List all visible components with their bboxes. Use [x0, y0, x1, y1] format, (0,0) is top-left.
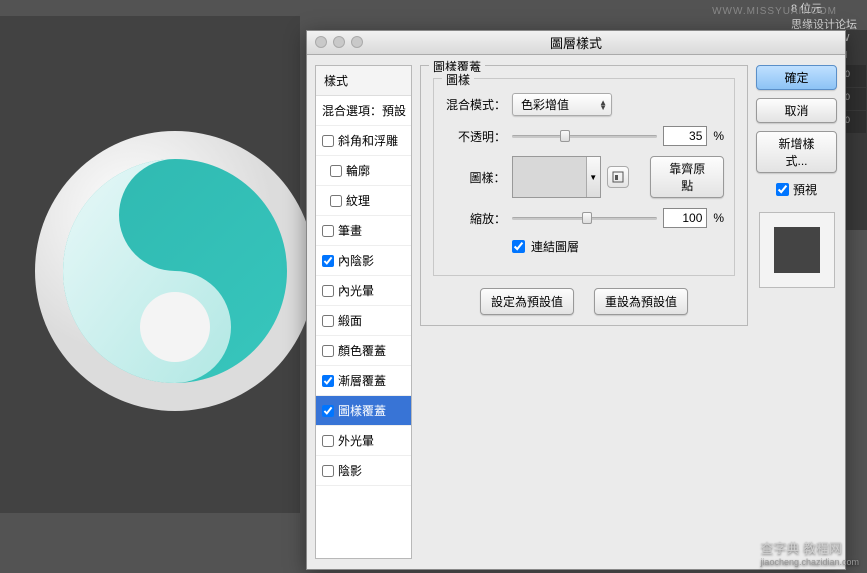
new-style-button[interactable]: 新增樣式...: [756, 131, 837, 173]
style-item[interactable]: 陰影: [316, 456, 411, 486]
style-item-label: 圖樣覆蓋: [338, 402, 386, 419]
style-item[interactable]: 內光暈: [316, 276, 411, 306]
style-item-label: 輪廓: [346, 162, 370, 179]
style-item[interactable]: 筆畫: [316, 216, 411, 246]
percent-label: %: [713, 129, 724, 143]
style-checkbox[interactable]: [322, 375, 334, 387]
style-item[interactable]: 外光暈: [316, 426, 411, 456]
style-checkbox[interactable]: [330, 165, 342, 177]
style-checkbox[interactable]: [322, 405, 334, 417]
style-item-label: 漸層覆蓋: [338, 372, 386, 389]
style-checkbox[interactable]: [322, 225, 334, 237]
opacity-slider[interactable]: [512, 128, 657, 144]
inner-title: 圖樣: [442, 71, 474, 88]
style-item-label: 斜角和浮雕: [338, 132, 398, 149]
preview-artwork: [30, 126, 320, 416]
styles-list: 樣式 混合選項：預設 斜角和浮雕輪廓紋理筆畫內陰影內光暈緞面顏色覆蓋漸層覆蓋圖樣…: [315, 65, 412, 559]
pattern-swatch[interactable]: ▼: [512, 156, 601, 198]
preview-swatch: [759, 212, 835, 288]
window-controls[interactable]: [315, 36, 363, 48]
make-default-button[interactable]: 設定為預設值: [480, 288, 574, 315]
ok-button[interactable]: 確定: [756, 65, 837, 90]
opacity-input[interactable]: [663, 126, 707, 146]
settings-panel: 圖樣覆蓋 圖樣 混合模式： 色彩增值 ▲▼ 不透明： %: [420, 65, 748, 559]
scale-slider[interactable]: [512, 210, 657, 226]
dialog-title: 圖層樣式: [550, 33, 602, 52]
titlebar[interactable]: 圖層樣式: [307, 31, 845, 55]
snap-origin-button[interactable]: 靠齊原點: [650, 156, 724, 198]
style-checkbox[interactable]: [322, 135, 334, 147]
style-checkbox[interactable]: [322, 315, 334, 327]
blend-mode-label: 混合模式：: [444, 96, 506, 113]
dialog-buttons: 確定 取消 新增樣式... 預視: [756, 65, 837, 559]
preview-checkbox[interactable]: [776, 183, 789, 196]
percent-label: %: [713, 211, 724, 225]
style-item-label: 顏色覆蓋: [338, 342, 386, 359]
canvas-background: [0, 16, 300, 513]
style-item[interactable]: 圖樣覆蓋: [316, 396, 411, 426]
style-item[interactable]: 緞面: [316, 306, 411, 336]
style-item-label: 外光暈: [338, 432, 374, 449]
new-preset-button[interactable]: [607, 166, 629, 188]
url-watermark: WWW.MISSYUAN.COM: [712, 6, 837, 17]
style-item[interactable]: 紋理: [316, 186, 411, 216]
scale-input[interactable]: [663, 208, 707, 228]
style-checkbox[interactable]: [322, 435, 334, 447]
style-item[interactable]: 顏色覆蓋: [316, 336, 411, 366]
style-item[interactable]: 輪廓: [316, 156, 411, 186]
cancel-button[interactable]: 取消: [756, 98, 837, 123]
style-item-label: 內光暈: [338, 282, 374, 299]
new-preset-icon: [612, 171, 624, 183]
style-checkbox[interactable]: [330, 195, 342, 207]
style-item-label: 筆畫: [338, 222, 362, 239]
preview-label: 預視: [793, 181, 817, 198]
link-layer-checkbox[interactable]: [512, 240, 525, 253]
style-checkbox[interactable]: [322, 255, 334, 267]
scale-label: 縮放：: [444, 210, 506, 227]
style-item[interactable]: 內陰影: [316, 246, 411, 276]
style-item[interactable]: 漸層覆蓋: [316, 366, 411, 396]
style-checkbox[interactable]: [322, 465, 334, 477]
pattern-label: 圖樣：: [444, 169, 505, 186]
blend-options-item[interactable]: 混合選項：預設: [316, 96, 411, 126]
blend-mode-select[interactable]: 色彩增值 ▲▼: [512, 93, 612, 116]
chevron-updown-icon: ▲▼: [599, 100, 607, 110]
style-item-label: 緞面: [338, 312, 362, 329]
style-checkbox[interactable]: [322, 345, 334, 357]
style-item-label: 陰影: [338, 462, 362, 479]
style-item-label: 紋理: [346, 192, 370, 209]
reset-default-button[interactable]: 重設為預設值: [594, 288, 688, 315]
link-layer-label: 連結圖層: [531, 238, 579, 255]
styles-header[interactable]: 樣式: [316, 66, 411, 96]
style-item-label: 內陰影: [338, 252, 374, 269]
style-item[interactable]: 斜角和浮雕: [316, 126, 411, 156]
layer-style-dialog: 圖層樣式 樣式 混合選項：預設 斜角和浮雕輪廓紋理筆畫內陰影內光暈緞面顏色覆蓋漸…: [306, 30, 846, 570]
opacity-label: 不透明：: [444, 128, 506, 145]
chevron-down-icon: ▼: [586, 157, 600, 197]
style-checkbox[interactable]: [322, 285, 334, 297]
watermark: 查字典 教程网 jiaocheng.chazidian.com: [760, 538, 859, 567]
